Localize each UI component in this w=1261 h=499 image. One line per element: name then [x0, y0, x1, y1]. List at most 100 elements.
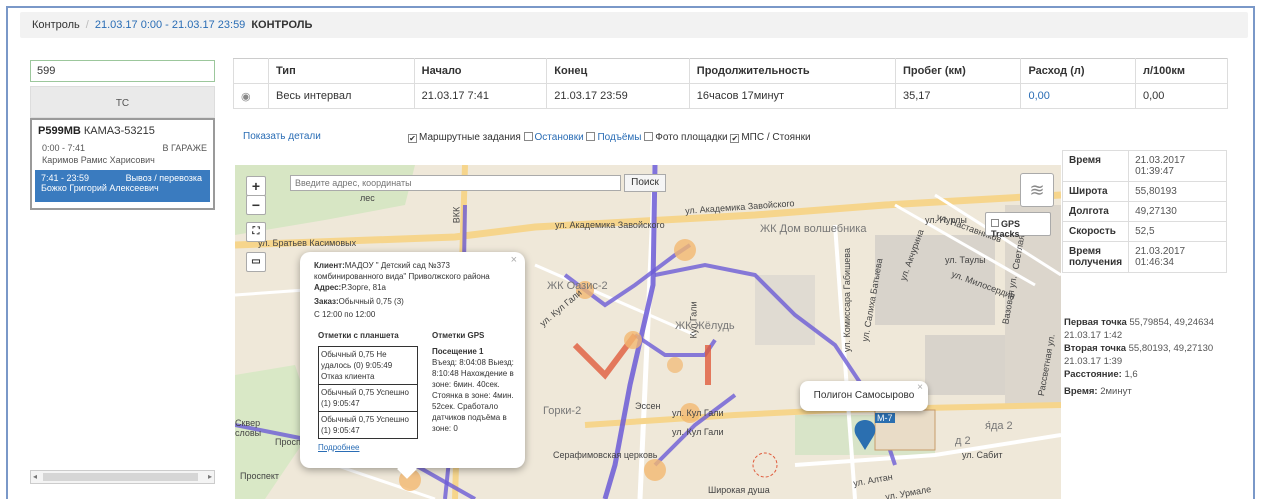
cell-type: Весь интервал [268, 83, 415, 109]
gps-tracks-toggle[interactable]: GPS Tracks [985, 212, 1051, 239]
time-value: 2минут [1100, 386, 1132, 397]
routes-checkbox[interactable]: ✔ [408, 134, 417, 143]
map-label: M-7 [875, 413, 895, 423]
visit-label: Посещение 1 [432, 347, 484, 356]
map-label: ул. Кул Гали [672, 427, 724, 437]
list-item: Обычный 0,75 Успешно (1) 9:05:47 [321, 415, 409, 435]
map-label: Сквер [235, 418, 261, 428]
polygon-popup: × Полигон Самосырово [800, 381, 928, 411]
cell-duration: 16часов 17минут [688, 83, 896, 109]
mps-checkbox[interactable]: ✔ [730, 134, 740, 143]
info-key: Скорость [1061, 221, 1130, 242]
breadcrumb-current: КОНТРОЛЬ [251, 19, 313, 31]
routes-label: Маршрутные задания [419, 132, 521, 143]
point-info-table: Время 21.03.2017 01:39:47 Широта 55,80193 … [1061, 150, 1227, 273]
vehicle-search-input[interactable] [30, 60, 215, 82]
second-point-label: Вторая точка [1064, 343, 1126, 354]
vehicle-card[interactable]: Р599МВ КАМАЗ-53215 0:00 - 7:41 В ГАРАЖЕ … [30, 118, 215, 210]
info-value: 21.03.2017 01:39:47 [1128, 150, 1227, 182]
row-radio[interactable]: ◉ [233, 83, 269, 109]
tablet-title: Отметки с планшета [318, 331, 399, 340]
breadcrumb: Контроль/21.03.17 0:00 - 21.03.17 23:59 К… [20, 12, 1248, 38]
col-start: Начало [413, 58, 548, 84]
map-label: ул. Таулы [945, 255, 986, 265]
find-button[interactable]: Поиск [624, 174, 666, 192]
info-value: 52,5 [1128, 221, 1227, 242]
lifts-label[interactable]: Подъёмы [597, 132, 641, 143]
info-key: Время получения [1061, 241, 1130, 273]
cell-start: 21.03.17 7:41 [413, 83, 548, 109]
map-label: Широкая душа [708, 485, 770, 495]
zoom-out-button[interactable]: − [246, 195, 266, 215]
client-popup: × Клиент:МАДОУ " Детский сад №373 комбин… [300, 252, 525, 479]
stops-label[interactable]: Остановки [535, 132, 584, 143]
map-label: я́да 2 [985, 420, 1013, 432]
table-row: Широта 55,80193 [1061, 181, 1227, 202]
time-label: Время: [1064, 386, 1098, 397]
district-label: Горки-2 [543, 405, 582, 417]
col-mileage: Пробег (км) [894, 58, 1022, 84]
district-label: д 2 [955, 435, 971, 447]
table-row: Скорость 52,5 [1061, 221, 1227, 242]
col-type: Тип [268, 58, 415, 84]
mps-label: МПС / Стоянки [741, 132, 811, 143]
popup-address: Адрес:Р.Зорге, 81а [314, 283, 386, 292]
close-icon[interactable]: × [917, 382, 923, 393]
cell-end: 21.03.17 23:59 [546, 83, 690, 109]
vehicle-model: КАМАЗ-53215 [83, 125, 155, 137]
popup-order: Заказ:Обычный 0,75 (3) [314, 297, 404, 306]
close-icon[interactable]: × [511, 255, 517, 266]
scroll-right-icon[interactable]: ▸ [208, 472, 212, 481]
entry-driver: Божко Григорий Алексеевич [41, 183, 159, 193]
more-link[interactable]: Подробнее [318, 442, 360, 453]
address-search-input[interactable] [290, 175, 621, 191]
cell-consumption[interactable]: 0,00 [1020, 83, 1136, 109]
layers-icon[interactable]: ≋ [1020, 173, 1054, 207]
lifts-checkbox[interactable] [586, 132, 596, 141]
table-row[interactable]: ◉ Весь интервал 21.03.17 7:41 21.03.17 2… [233, 83, 1228, 109]
map-label: ул. Комиссара Габишева [842, 247, 853, 353]
breadcrumb-range[interactable]: 21.03.17 0:00 - 21.03.17 23:59 [95, 19, 245, 31]
col-consumption: Расход (л) [1020, 58, 1136, 84]
info-key: Долгота [1061, 201, 1130, 222]
entry-time: 7:41 - 23:59 [41, 173, 90, 183]
cell-mileage: 35,17 [894, 83, 1022, 109]
scrollbar-thumb[interactable] [43, 473, 198, 481]
vehicle-entry-active[interactable]: 7:41 - 23:59 Вывоз / перевозка Божко Гри… [35, 170, 210, 202]
map-label: ул. Кул Гали [672, 408, 724, 418]
map-label: ул. Академика Завойского [555, 220, 665, 230]
info-value: 21.03.2017 01:46:34 [1128, 241, 1227, 273]
map-label: Проспект [240, 471, 280, 481]
table-header-row: Тип Начало Конец Продолжительность Пробе… [233, 58, 1228, 84]
breadcrumb-root[interactable]: Контроль [32, 19, 80, 31]
col-duration: Продолжительность [688, 58, 896, 84]
fullscreen-icon[interactable]: ⛶ [246, 222, 266, 242]
stops-checkbox[interactable] [523, 132, 533, 141]
vehicle-entry-garage[interactable]: 0:00 - 7:41 В ГАРАЖЕ [42, 143, 207, 153]
gps-title: Отметки GPS [432, 331, 485, 340]
popup-client: Клиент:МАДОУ " Детский сад №373 комбинир… [314, 261, 490, 281]
district-label: ЖК Дом волшебника [760, 223, 867, 235]
list-item: Обычный 0,75 Успешно (1) 9:05:47 [319, 385, 417, 412]
district-label: ЖК Жёлудь [675, 320, 735, 332]
photo-checkbox[interactable] [644, 132, 654, 141]
list-item: Обычный 0,75 Не удалось (0) 9:05:49 Отка… [319, 347, 417, 385]
ruler-icon[interactable]: ▭ [246, 252, 266, 272]
second-point-time: 21.03.17 1:39 [1064, 356, 1123, 367]
second-point: 55,80193, 49,27130 [1128, 343, 1214, 354]
show-details-link[interactable]: Показать детали [243, 131, 321, 142]
scroll-left-icon[interactable]: ◂ [33, 472, 37, 481]
summary-table: Тип Начало Конец Продолжительность Пробе… [233, 58, 1228, 109]
entry-status: Вывоз / перевозка [125, 173, 202, 183]
horizontal-scrollbar[interactable]: ◂ ▸ [30, 470, 215, 484]
gps-tracks-checkbox[interactable] [991, 219, 999, 227]
map-label: словы [235, 428, 262, 438]
map-label: Эссен [635, 401, 661, 411]
info-key: Время [1061, 150, 1130, 182]
zoom-in-button[interactable]: + [246, 176, 266, 196]
map-label: ВКК [451, 206, 462, 224]
distance-summary: Первая точка 55,79854, 49,24634 21.03.17… [1064, 316, 1254, 398]
entry-time: 0:00 - 7:41 [42, 143, 86, 153]
gps-details: Въезд: 8:04:08 Выезд: 8:10:48 Нахождение… [432, 358, 514, 433]
vehicles-header: ТС [30, 86, 215, 118]
